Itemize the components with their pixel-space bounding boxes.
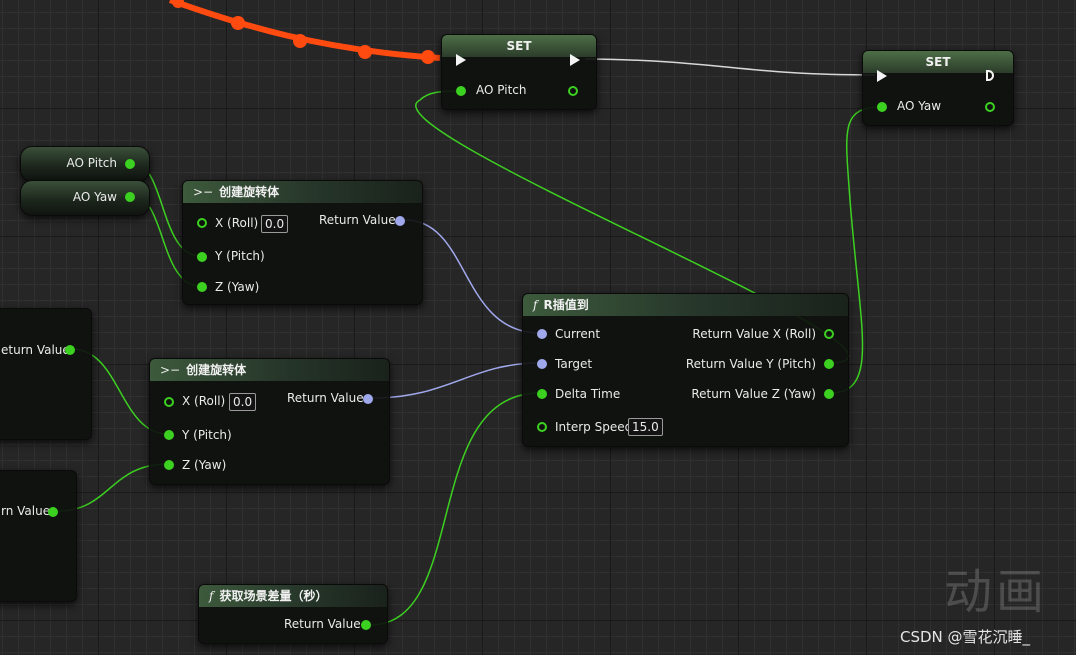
x-roll-pin[interactable] — [197, 218, 207, 228]
set-ao-yaw-node[interactable]: SET AO Yaw — [862, 50, 1014, 126]
rotator-node-icon: >− — [160, 363, 181, 377]
pin-label-x-roll: X (Roll) — [182, 394, 226, 408]
exec-wire-dot — [358, 45, 372, 59]
return-value-pin[interactable] — [65, 345, 75, 355]
interp-speed-value-field[interactable]: 15.0 — [628, 418, 663, 436]
rinterp-header: f R插值到 — [523, 294, 848, 316]
exec-wire-dot — [421, 50, 435, 64]
pin-label-delta-time: Delta Time — [555, 387, 621, 401]
make-rotator-node-2[interactable]: >− 创建旋转体 X (Roll) 0.0 Return Value Y (Pit… — [149, 358, 390, 485]
exec-wire-in — [168, 0, 441, 61]
float-wire-delta — [369, 392, 541, 626]
watermark: 动画 — [944, 564, 1049, 620]
make-rotator-header: >− 创建旋转体 — [183, 181, 422, 203]
ao-pitch-out-pin[interactable] — [568, 86, 578, 96]
x-roll-pin[interactable] — [164, 397, 174, 407]
exec-wire-set — [584, 58, 876, 76]
set-ao-pitch-node[interactable]: SET AO Pitch — [441, 34, 597, 110]
pin-label-return-x: Return Value X (Roll) — [692, 327, 816, 341]
current-pin[interactable] — [537, 329, 547, 339]
ao-pitch-in-pin[interactable] — [456, 86, 466, 96]
target-pin[interactable] — [537, 359, 547, 369]
delta-time-pin[interactable] — [537, 389, 547, 399]
exec-wire-dot — [172, 0, 184, 8]
left-partial-node-top[interactable]: eturn Value — [0, 308, 92, 440]
make-rotator-header: >− 创建旋转体 — [150, 359, 389, 381]
function-icon: f — [533, 298, 538, 312]
pin-label-return-value: Return Value — [287, 391, 364, 405]
y-pitch-pin[interactable] — [164, 430, 174, 440]
exec-out-pin[interactable] — [570, 54, 580, 66]
pin-label-return-z: Return Value Z (Yaw) — [691, 387, 816, 401]
get-world-delta-seconds-node[interactable]: f 获取场景差量（秒） Return Value — [198, 584, 388, 644]
csdn-footer: CSDN @雪花沉睡_ — [900, 628, 1031, 646]
rot-wire-2 — [371, 362, 541, 399]
pin-label-z-yaw: Z (Yaw) — [182, 458, 227, 472]
exec-wire-dot — [231, 16, 245, 30]
get-ao-yaw-node[interactable]: AO Yaw — [20, 180, 150, 216]
exec-in-pin[interactable] — [877, 70, 887, 82]
pin-label-x-roll: X (Roll) — [215, 216, 259, 230]
pin-label-interp-speed: Interp Speed — [555, 420, 633, 434]
pin-label-return-value: Return Value — [319, 213, 396, 227]
pin-label-return-value: rn Value — [1, 504, 51, 518]
x-roll-value-field[interactable]: 0.0 — [229, 393, 257, 411]
pin-label-return-y: Return Value Y (Pitch) — [685, 357, 816, 371]
pin-label-return-value: Return Value — [284, 617, 361, 631]
return-z-pin[interactable] — [824, 389, 834, 399]
x-roll-value-field[interactable]: 0.0 — [261, 215, 289, 233]
get-ao-pitch-node[interactable]: AO Pitch — [20, 146, 150, 182]
return-y-pin[interactable] — [824, 359, 834, 369]
pin-label-ao-pitch: AO Pitch — [476, 83, 527, 97]
return-value-pin[interactable] — [48, 507, 58, 517]
ao-pitch-out-pin[interactable] — [125, 159, 135, 169]
exec-in-pin[interactable] — [456, 54, 466, 66]
node-title: 创建旋转体 — [219, 185, 280, 199]
y-pitch-pin[interactable] — [197, 252, 207, 262]
node-title: 获取场景差量（秒） — [219, 589, 328, 603]
pin-label-ao-yaw: AO Yaw — [897, 99, 942, 113]
ao-yaw-out-pin[interactable] — [985, 102, 995, 112]
rot-wire-1 — [404, 219, 541, 334]
pin-label-current: Current — [555, 327, 601, 341]
z-yaw-pin[interactable] — [164, 460, 174, 470]
return-x-pin[interactable] — [824, 329, 834, 339]
get-ao-yaw-label: AO Yaw — [72, 190, 117, 204]
pin-label-y-pitch: Y (Pitch) — [215, 249, 265, 263]
pin-label-target: Target — [555, 357, 593, 371]
node-title: R插值到 — [543, 298, 589, 312]
z-yaw-pin[interactable] — [197, 282, 207, 292]
left-partial-node-bottom[interactable]: rn Value — [0, 470, 77, 602]
node-title: 创建旋转体 — [186, 363, 247, 377]
return-value-pin[interactable] — [361, 620, 371, 630]
rinterp-to-node[interactable]: f R插值到 Current Target Delta Time Interp S… — [522, 293, 849, 447]
return-value-pin[interactable] — [395, 216, 405, 226]
return-value-pin[interactable] — [363, 394, 373, 404]
pin-label-z-yaw: Z (Yaw) — [215, 280, 260, 294]
interp-speed-pin[interactable] — [537, 422, 547, 432]
ao-yaw-in-pin[interactable] — [877, 102, 887, 112]
exec-out-pin[interactable] — [986, 70, 994, 81]
make-rotator-node-1[interactable]: >− 创建旋转体 X (Roll) 0.0 Return Value Y (Pit… — [182, 180, 423, 305]
pin-label-return-value: eturn Value — [1, 343, 70, 357]
rotator-node-icon: >− — [193, 185, 214, 199]
get-ao-pitch-label: AO Pitch — [66, 156, 117, 170]
function-icon: f — [209, 589, 214, 603]
world-delta-header: f 获取场景差量（秒） — [199, 585, 387, 607]
pin-label-y-pitch: Y (Pitch) — [182, 428, 232, 442]
exec-wire-dot — [293, 34, 307, 48]
ao-yaw-out-pin[interactable] — [125, 192, 135, 202]
